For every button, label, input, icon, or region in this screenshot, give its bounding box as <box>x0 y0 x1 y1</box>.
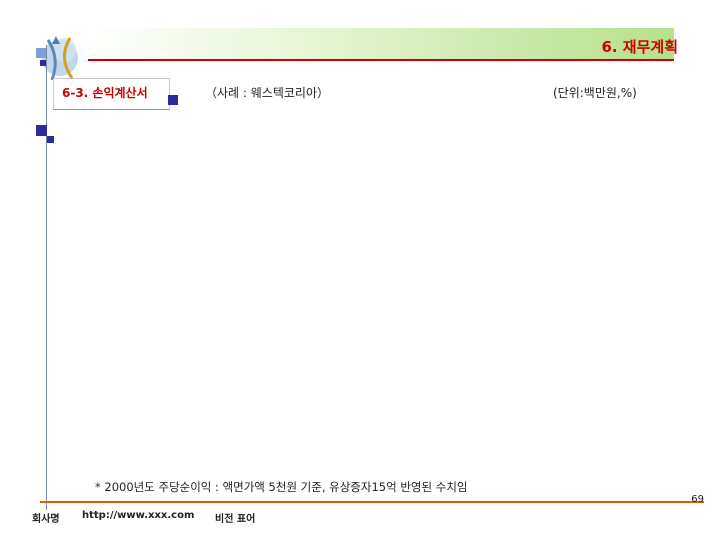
marker-square <box>36 125 47 136</box>
marker-square <box>47 136 54 143</box>
company-url: http://www.xxx.com <box>82 510 195 521</box>
marker-square <box>168 95 178 105</box>
vertical-rule <box>46 45 47 510</box>
page-number: 69 <box>691 494 704 505</box>
page-title: 6. 재무계획 <box>601 38 678 56</box>
section-title: 6-3. 손익계산서 <box>62 86 148 100</box>
footnote: * 2000년도 주당순이익 : 액면가액 5천원 기준, 유상증자15억 반영… <box>95 480 468 494</box>
vision-slogan: 비전 표어 <box>215 514 256 525</box>
unit-label: (단위:백만원,%) <box>553 86 637 100</box>
header-band <box>88 28 674 60</box>
header-rule <box>88 59 674 61</box>
example-label: （사례 : 웨스텍코리아） <box>205 86 329 100</box>
company-name: 회사명 <box>32 514 60 525</box>
footer-rule <box>40 501 704 503</box>
